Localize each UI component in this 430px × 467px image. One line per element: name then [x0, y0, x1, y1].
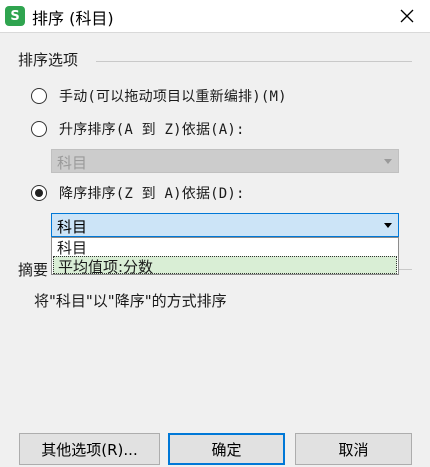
dropdown-option[interactable]: 科目	[53, 238, 397, 257]
ascending-field-select: 科目	[51, 149, 399, 173]
sort-options-group-label: 排序选项	[18, 49, 83, 70]
radio-ascending-label: 升序排序(A 到 Z)依据(A):	[59, 122, 245, 138]
dropdown-option[interactable]: 平均值项:分数	[53, 256, 397, 276]
radio-descending-button[interactable]	[31, 185, 47, 201]
radio-manual[interactable]: 手动(可以拖动项目以重新编排)(M)	[31, 86, 287, 106]
radio-selected-dot	[35, 189, 43, 197]
close-button[interactable]	[384, 0, 430, 32]
cancel-button[interactable]: 取消	[295, 433, 412, 465]
sort-options-divider	[96, 61, 412, 62]
app-logo-icon: S	[5, 6, 25, 26]
window-title: 排序 (科目)	[32, 9, 114, 28]
descending-field-select[interactable]: 科目	[51, 213, 399, 237]
summary-group-label: 摘要	[18, 259, 53, 280]
radio-manual-button[interactable]	[31, 88, 47, 104]
descending-field-value: 科目	[57, 218, 88, 236]
radio-ascending-button[interactable]	[31, 121, 47, 137]
radio-descending[interactable]: 降序排序(Z 到 A)依据(D):	[31, 183, 245, 203]
ok-button[interactable]: 确定	[168, 433, 285, 465]
chevron-down-icon	[384, 223, 392, 228]
ascending-field-value: 科目	[57, 154, 88, 172]
descending-field-dropdown-list: 科目 平均值项:分数	[51, 237, 399, 276]
radio-descending-label: 降序排序(Z 到 A)依据(D):	[59, 186, 245, 202]
title-bar: S 排序 (科目)	[0, 0, 430, 33]
radio-ascending[interactable]: 升序排序(A 到 Z)依据(A):	[31, 119, 245, 139]
radio-manual-label: 手动(可以拖动项目以重新编排)(M)	[59, 89, 287, 105]
close-icon	[400, 9, 414, 23]
summary-text: 将"科目"以"降序"的方式排序	[34, 292, 227, 310]
other-options-button[interactable]: 其他选项(R)...	[19, 433, 160, 465]
chevron-down-icon	[384, 159, 392, 164]
